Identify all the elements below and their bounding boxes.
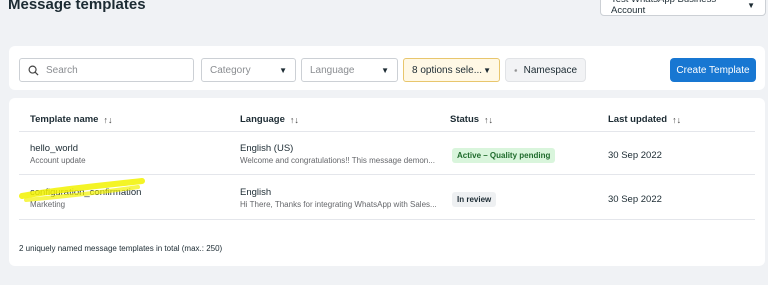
language-dropdown[interactable]: Language ▼: [301, 58, 398, 82]
column-header-status[interactable]: Status ↑↓: [450, 114, 493, 125]
search-input[interactable]: [46, 64, 176, 76]
status-dropdown[interactable]: 8 options sele... ▼: [403, 58, 500, 82]
divider: [19, 131, 755, 132]
sort-icon: ↑↓: [289, 114, 299, 125]
template-preview: Hi There, Thanks for integrating WhatsAp…: [240, 200, 437, 209]
template-name[interactable]: configuration_confirmation: [30, 187, 141, 198]
sort-icon: ↑↓: [484, 114, 494, 125]
last-updated: 30 Sep 2022: [608, 194, 662, 205]
language-dropdown-label: Language: [310, 64, 355, 76]
template-category: Account update: [30, 156, 86, 165]
caret-down-icon: ▼: [279, 65, 287, 75]
template-category: Marketing: [30, 200, 66, 209]
sort-icon: ↑↓: [103, 114, 113, 125]
account-selector-label: Test WhatsApp Business Account: [611, 0, 716, 16]
category-dropdown-label: Category: [210, 64, 251, 76]
sort-icon: ↑↓: [672, 114, 682, 125]
filter-bar: Category ▼ Language ▼ 8 options sele... …: [9, 46, 765, 90]
status-badge: Active – Quality pending: [452, 148, 556, 163]
column-header-name[interactable]: Template name ↑↓: [30, 114, 112, 125]
last-updated: 30 Sep 2022: [608, 150, 662, 161]
caret-down-icon: ▼: [483, 65, 491, 75]
caret-down-icon: ▼: [381, 65, 389, 75]
create-template-button[interactable]: Create Template: [670, 58, 756, 82]
template-name[interactable]: hello_world: [30, 143, 78, 154]
template-language: English: [240, 187, 272, 198]
namespace-button-label: Namespace: [523, 64, 577, 76]
namespace-button[interactable]: Namespace: [505, 58, 586, 82]
caret-down-icon: ▼: [747, 0, 755, 10]
status-dropdown-label: 8 options sele...: [412, 64, 483, 76]
divider: [19, 219, 755, 220]
column-header-updated[interactable]: Last updated ↑↓: [608, 114, 681, 125]
gear-icon: [514, 68, 518, 72]
category-dropdown[interactable]: Category ▼: [201, 58, 296, 82]
search-icon: [28, 65, 39, 76]
template-preview: Welcome and congratulations!! This messa…: [240, 156, 435, 165]
templates-table: Template name ↑↓ Language ↑↓ Status ↑↓ Last…: [9, 98, 765, 266]
search-field[interactable]: [19, 58, 194, 82]
column-header-language[interactable]: Language ↑↓: [240, 114, 299, 125]
divider: [19, 174, 755, 175]
page-title: Message templates: [8, 0, 146, 13]
template-language: English (US): [240, 143, 294, 154]
status-badge: In review: [452, 192, 497, 207]
account-selector[interactable]: Test WhatsApp Business Account ▼: [600, 0, 766, 16]
templates-count: 2 uniquely named message templates in to…: [19, 244, 223, 253]
